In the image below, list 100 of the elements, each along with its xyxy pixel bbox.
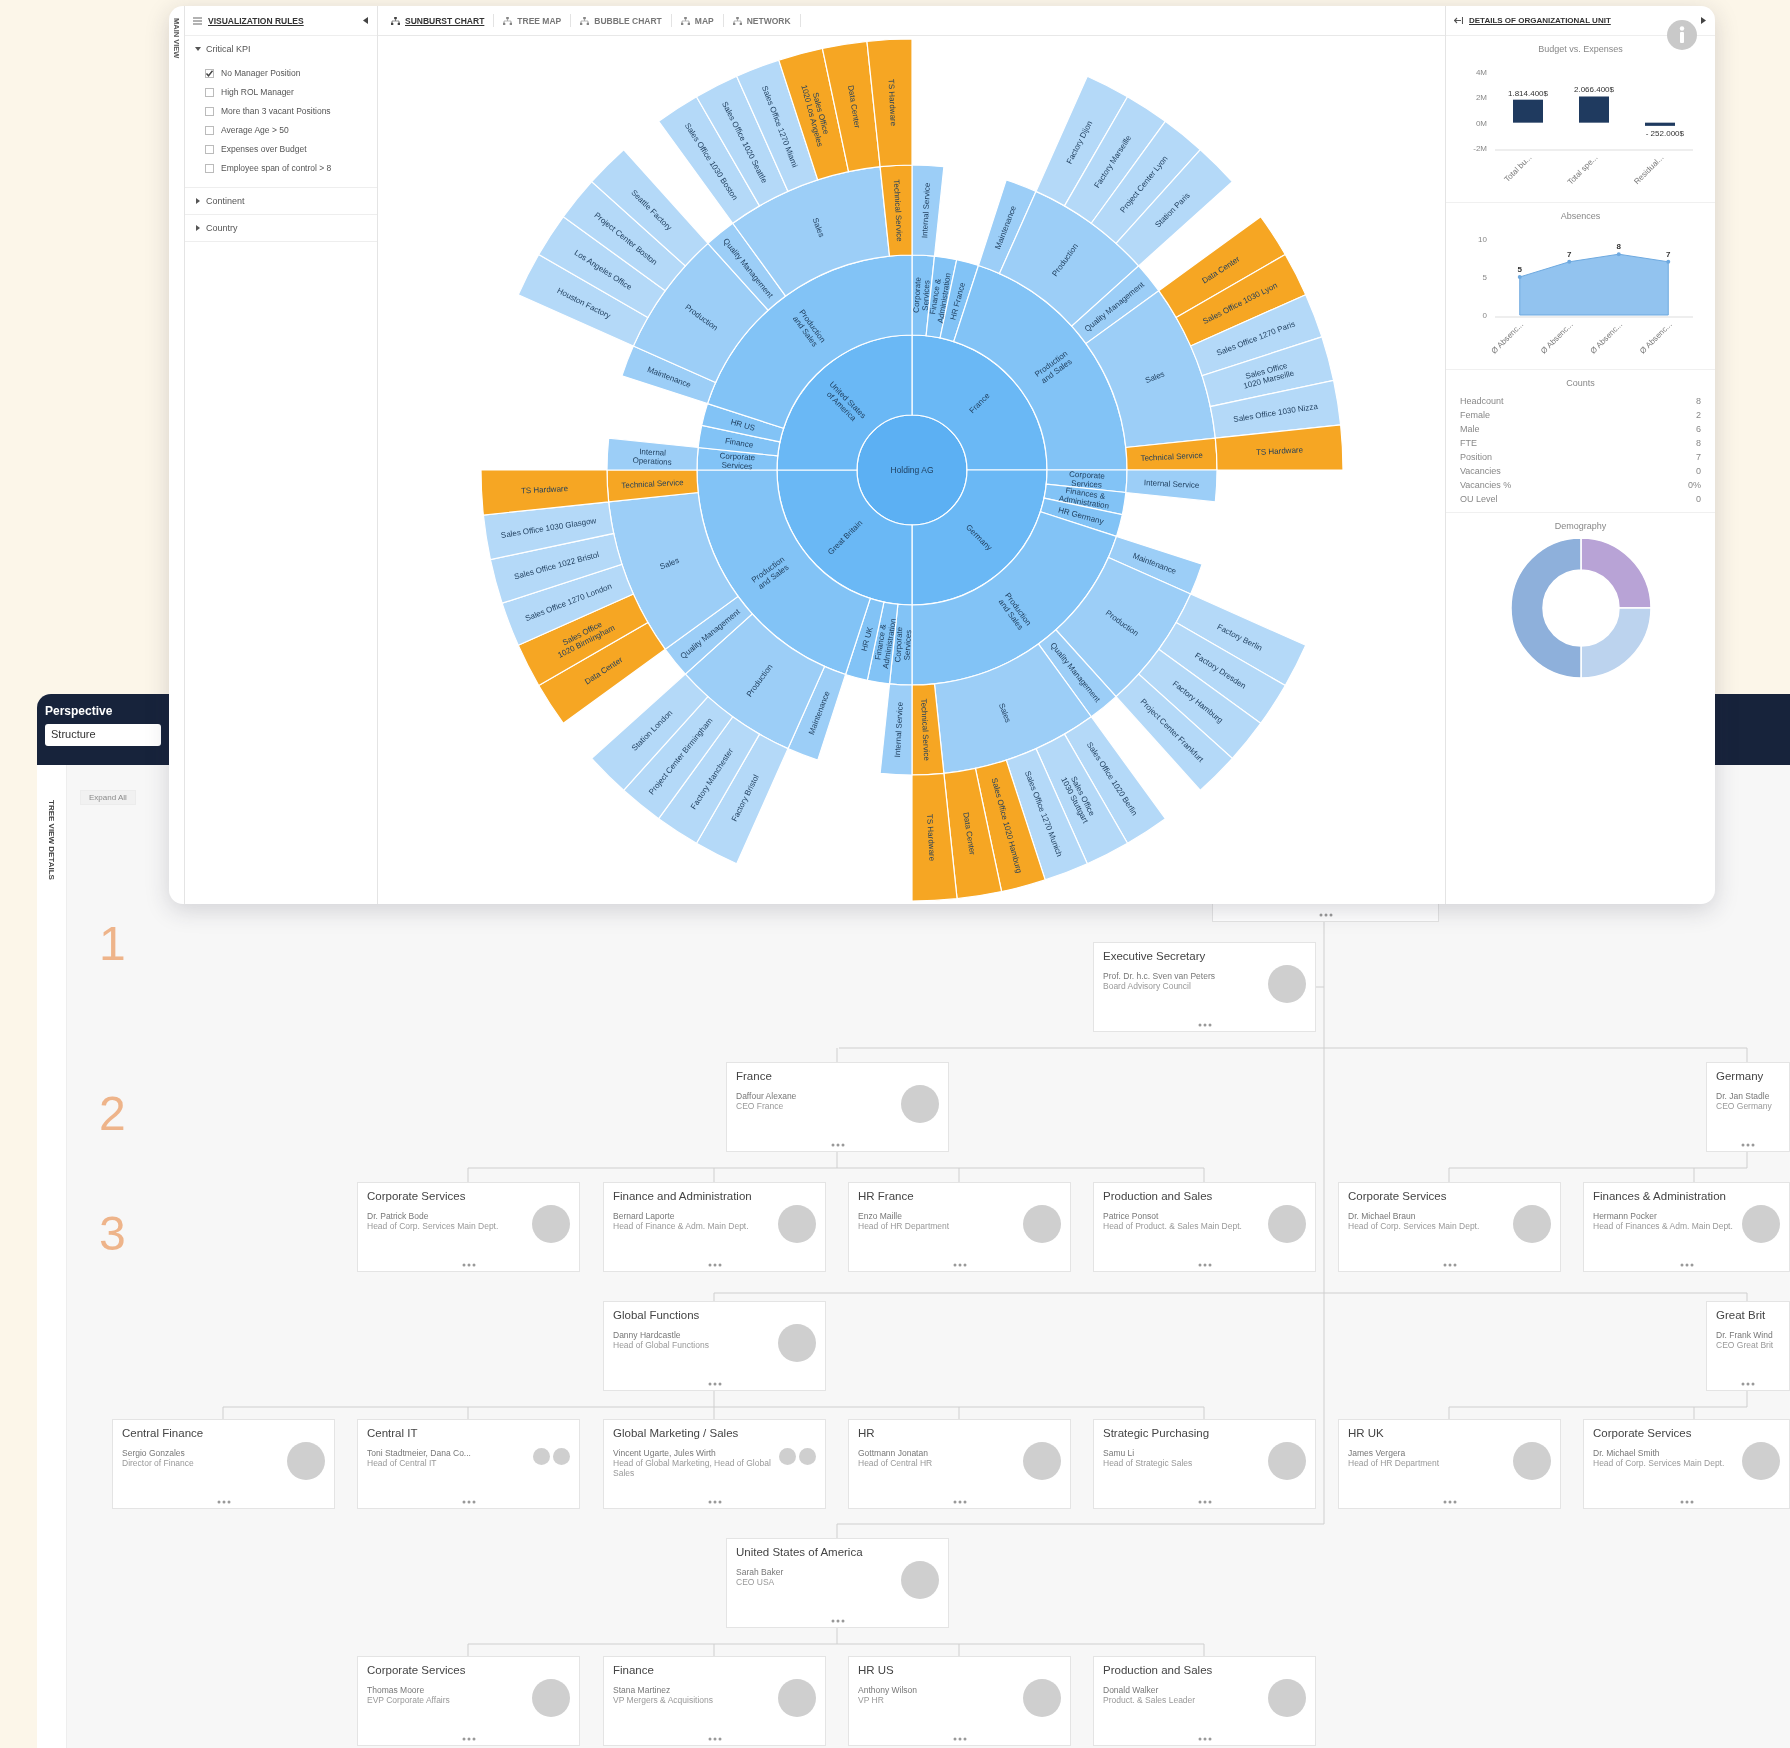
avatar-placeholder bbox=[799, 1448, 816, 1465]
sunburst-segment[interactable] bbox=[1214, 424, 1344, 471]
person-role: Head of HR Department bbox=[858, 1222, 951, 1232]
count-label: Headcount bbox=[1460, 396, 1504, 406]
person-role: CEO France bbox=[736, 1102, 785, 1112]
person-role: Head of Global Marketing, Head of Global Sales bbox=[613, 1459, 772, 1479]
ellipsis-icon[interactable] bbox=[216, 1500, 231, 1504]
ellipsis-icon[interactable] bbox=[1197, 1500, 1212, 1504]
hierarchy-icon bbox=[391, 16, 400, 25]
ellipsis-icon[interactable] bbox=[707, 1263, 722, 1267]
person-name: Dr. Michael Smith bbox=[1593, 1448, 1661, 1458]
count-value: 2 bbox=[1696, 410, 1701, 420]
ellipsis-icon[interactable] bbox=[1679, 1263, 1694, 1267]
segment-label: TS Hardware bbox=[520, 484, 569, 496]
sunburst-segment[interactable] bbox=[606, 437, 699, 471]
segment-label: Sales Office 1030 Glasgow bbox=[500, 516, 597, 541]
ellipsis-icon[interactable] bbox=[952, 1263, 967, 1267]
ellipsis-icon[interactable] bbox=[1741, 1143, 1755, 1147]
ellipsis-icon[interactable] bbox=[1197, 1023, 1212, 1027]
ellipsis-icon[interactable] bbox=[1442, 1500, 1457, 1504]
bar bbox=[1578, 96, 1609, 123]
ellipsis-icon[interactable] bbox=[1318, 913, 1333, 917]
person-role: CEO USA bbox=[736, 1578, 776, 1588]
sunburst-segment[interactable] bbox=[480, 469, 610, 516]
person-name: Dr. Frank Wind bbox=[1716, 1330, 1774, 1340]
sunburst-segment[interactable] bbox=[911, 164, 945, 257]
field-label: Perspective bbox=[45, 704, 113, 718]
ellipsis-icon[interactable] bbox=[952, 1500, 967, 1504]
ellipsis-icon[interactable] bbox=[461, 1263, 476, 1267]
count-value: 6 bbox=[1696, 424, 1701, 434]
sunburst-segment[interactable] bbox=[879, 164, 913, 257]
ellipsis-icon[interactable] bbox=[1197, 1737, 1212, 1741]
sunburst-segment[interactable] bbox=[1125, 469, 1218, 503]
chart-tab[interactable]: NETWORK bbox=[723, 14, 801, 27]
ellipsis-icon[interactable] bbox=[830, 1143, 845, 1147]
collapse-icon[interactable] bbox=[1454, 17, 1463, 24]
rule-group-toggle[interactable]: Critical KPI bbox=[195, 44, 251, 54]
sunburst-segment[interactable] bbox=[911, 772, 958, 902]
checkbox[interactable] bbox=[205, 144, 214, 154]
ellipsis-icon[interactable] bbox=[830, 1619, 845, 1623]
sunburst-segment[interactable] bbox=[879, 683, 913, 776]
unit-title: HR France bbox=[858, 1190, 915, 1202]
person-role: CEO Great Brit bbox=[1716, 1341, 1775, 1351]
ellipsis-icon[interactable] bbox=[1741, 1382, 1755, 1386]
caret-right-icon[interactable] bbox=[1701, 17, 1707, 24]
ellipsis-icon[interactable] bbox=[461, 1500, 476, 1504]
tree-view-details-tab[interactable]: TREE VIEW DETAILS bbox=[47, 800, 56, 880]
chart-tab[interactable]: MAP bbox=[671, 14, 724, 27]
checkbox[interactable] bbox=[205, 163, 214, 173]
checkbox[interactable] bbox=[205, 125, 214, 135]
ellipsis-icon[interactable] bbox=[1442, 1263, 1457, 1267]
chart-tab[interactable]: TREE MAP bbox=[494, 14, 572, 27]
axis-label: 4M bbox=[1475, 68, 1487, 77]
chart-tab[interactable]: SUNBURST CHART bbox=[382, 14, 495, 27]
rule-group-toggle[interactable]: Country bbox=[195, 223, 238, 233]
segment-label: Sales Office 1270 Miami bbox=[759, 84, 800, 169]
sunburst-segment[interactable] bbox=[866, 38, 913, 168]
data-point bbox=[1517, 275, 1522, 279]
person-name: Stana Martinez bbox=[613, 1685, 672, 1695]
sunburst-segment[interactable] bbox=[1175, 253, 1307, 347]
ellipsis-icon[interactable] bbox=[707, 1500, 722, 1504]
ellipsis-icon[interactable] bbox=[1679, 1500, 1694, 1504]
unit-title: Germany bbox=[1716, 1070, 1765, 1082]
hierarchy-icon bbox=[732, 16, 742, 25]
bar bbox=[1512, 99, 1543, 123]
person-role: Head of Central IT bbox=[367, 1459, 438, 1469]
segment-label: TS Hardware bbox=[886, 78, 898, 127]
unit-title: France bbox=[736, 1070, 773, 1082]
unit-title: Corporate Services bbox=[367, 1664, 467, 1676]
count-label: OU Level bbox=[1460, 494, 1498, 504]
person-role: Head of Finance & Adm. Main Dept. bbox=[613, 1222, 750, 1232]
person-name: Dr. Patrick Bode bbox=[367, 1211, 430, 1221]
segment-label: Finance bbox=[724, 436, 754, 450]
sunburst-segment[interactable] bbox=[1090, 120, 1201, 244]
person-role: VP Mergers & Acquisitions bbox=[613, 1696, 714, 1706]
ellipsis-icon[interactable] bbox=[952, 1737, 967, 1741]
ellipsis-icon[interactable] bbox=[1197, 1263, 1212, 1267]
person-name: Dr. Jan Stadle bbox=[1716, 1091, 1771, 1101]
person-name: Enzo Maille bbox=[858, 1211, 903, 1221]
ellipsis-icon[interactable] bbox=[461, 1737, 476, 1741]
segment-label: Sales Office 1030 Nizza bbox=[1232, 401, 1319, 424]
caret-left-icon[interactable] bbox=[363, 17, 369, 24]
ellipsis-icon[interactable] bbox=[707, 1382, 722, 1386]
segment-label: Corporate Services bbox=[911, 277, 932, 313]
checkbox[interactable] bbox=[205, 87, 214, 97]
chart-tab[interactable]: BUBBLE CHART bbox=[571, 14, 672, 27]
perspective-dropdown[interactable]: Structure bbox=[45, 724, 161, 746]
bar bbox=[1644, 122, 1675, 126]
rule-group-toggle[interactable]: Continent bbox=[195, 196, 245, 206]
checkbox[interactable] bbox=[205, 106, 214, 116]
person-role: Head of Corp. Services Main Dept. bbox=[1593, 1459, 1726, 1469]
person-name: Danny Hardcastle bbox=[613, 1330, 682, 1340]
checkbox[interactable] bbox=[205, 68, 214, 78]
ellipsis-icon[interactable] bbox=[707, 1737, 722, 1741]
sunburst-segment[interactable] bbox=[821, 40, 881, 173]
rule-label: High ROL Manager bbox=[221, 87, 294, 97]
count-value: 0 bbox=[1696, 494, 1701, 504]
segment-label: Sales Office 1022 Bristol bbox=[513, 550, 601, 582]
segment-label: Technical Service bbox=[919, 698, 932, 761]
level-number: 3 bbox=[99, 1210, 126, 1258]
